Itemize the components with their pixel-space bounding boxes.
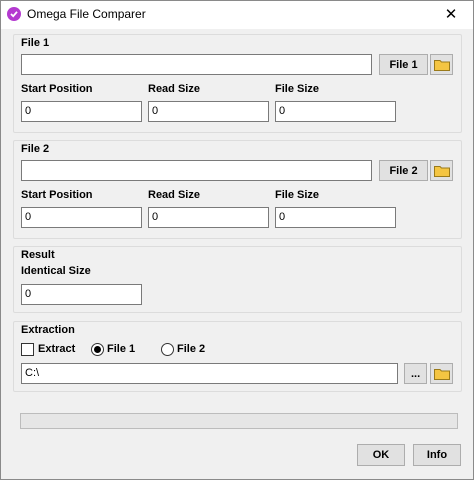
- folder-icon: [434, 369, 450, 380]
- file2-file-size-label: File Size: [275, 189, 320, 201]
- file2-start-position-label: Start Position: [21, 189, 93, 201]
- close-button[interactable]: ✕: [429, 1, 473, 29]
- file1-read-size-label: Read Size: [148, 83, 200, 95]
- file1-browse-button[interactable]: File 1: [379, 54, 428, 75]
- file1-start-position-label: Start Position: [21, 83, 93, 95]
- extraction-path-input[interactable]: C:\: [21, 363, 398, 384]
- radio-file2-label: File 2: [177, 343, 206, 355]
- result-group: Result Identical Size 0: [13, 246, 462, 313]
- extraction-group: Extraction Extract File 1 File 2 C:\ ...: [13, 321, 462, 392]
- radio-file1[interactable]: [91, 343, 104, 356]
- file1-group: File 1 File 1 Start Position Read Size F…: [13, 34, 462, 133]
- file2-folder-button[interactable]: [430, 160, 453, 181]
- main-window: Omega File Comparer ✕ File 1 File 1 Star…: [0, 0, 474, 480]
- file2-file-size-input[interactable]: 0: [275, 207, 396, 228]
- progress-bar: [20, 413, 458, 429]
- file1-read-size-input[interactable]: 0: [148, 101, 269, 122]
- extraction-group-title: Extraction: [21, 324, 75, 336]
- file1-start-position-input[interactable]: 0: [21, 101, 142, 122]
- file2-browse-button[interactable]: File 2: [379, 160, 428, 181]
- file2-read-size-input[interactable]: 0: [148, 207, 269, 228]
- radio-file1-label: File 1: [107, 343, 136, 355]
- file1-folder-button[interactable]: [430, 54, 453, 75]
- title-bar: Omega File Comparer ✕: [1, 1, 473, 29]
- radio-file1-dot: [94, 346, 101, 353]
- extract-label: Extract: [38, 343, 76, 355]
- folder-icon: [434, 166, 450, 177]
- file2-read-size-label: Read Size: [148, 189, 200, 201]
- folder-icon: [434, 60, 450, 71]
- file2-group: File 2 File 2 Start Position Read Size F…: [13, 140, 462, 239]
- radio-file2[interactable]: [161, 343, 174, 356]
- extract-checkbox[interactable]: [21, 343, 34, 356]
- extraction-folder-button[interactable]: [430, 363, 453, 384]
- file1-group-title: File 1: [21, 37, 50, 49]
- ok-button[interactable]: OK: [357, 444, 405, 466]
- window-title: Omega File Comparer: [27, 7, 146, 21]
- info-button[interactable]: Info: [413, 444, 461, 466]
- file2-path-input[interactable]: [21, 160, 372, 181]
- file1-file-size-input[interactable]: 0: [275, 101, 396, 122]
- file2-start-position-input[interactable]: 0: [21, 207, 142, 228]
- extraction-browse-button[interactable]: ...: [404, 363, 427, 384]
- result-group-title: Result: [21, 249, 55, 261]
- identical-size-input[interactable]: 0: [21, 284, 142, 305]
- identical-size-label: Identical Size: [21, 265, 91, 277]
- file1-path-input[interactable]: [21, 54, 372, 75]
- check-circle-icon: [7, 7, 21, 21]
- file2-group-title: File 2: [21, 143, 50, 155]
- file1-file-size-label: File Size: [275, 83, 320, 95]
